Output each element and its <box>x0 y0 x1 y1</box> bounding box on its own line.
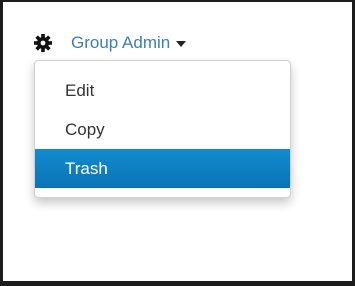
group-admin-dropdown-toggle[interactable]: Group Admin <box>33 30 187 56</box>
menu-item-trash[interactable]: Trash <box>35 149 290 188</box>
dropdown-menu: Edit Copy Trash <box>34 60 291 198</box>
gear-icon <box>33 33 53 53</box>
caret-down-icon <box>176 41 187 47</box>
menu-item-edit[interactable]: Edit <box>35 71 290 110</box>
menu-item-copy[interactable]: Copy <box>35 110 290 149</box>
panel-frame: Group Admin Edit Copy Trash <box>0 0 355 286</box>
group-admin-label: Group Admin <box>71 33 171 52</box>
